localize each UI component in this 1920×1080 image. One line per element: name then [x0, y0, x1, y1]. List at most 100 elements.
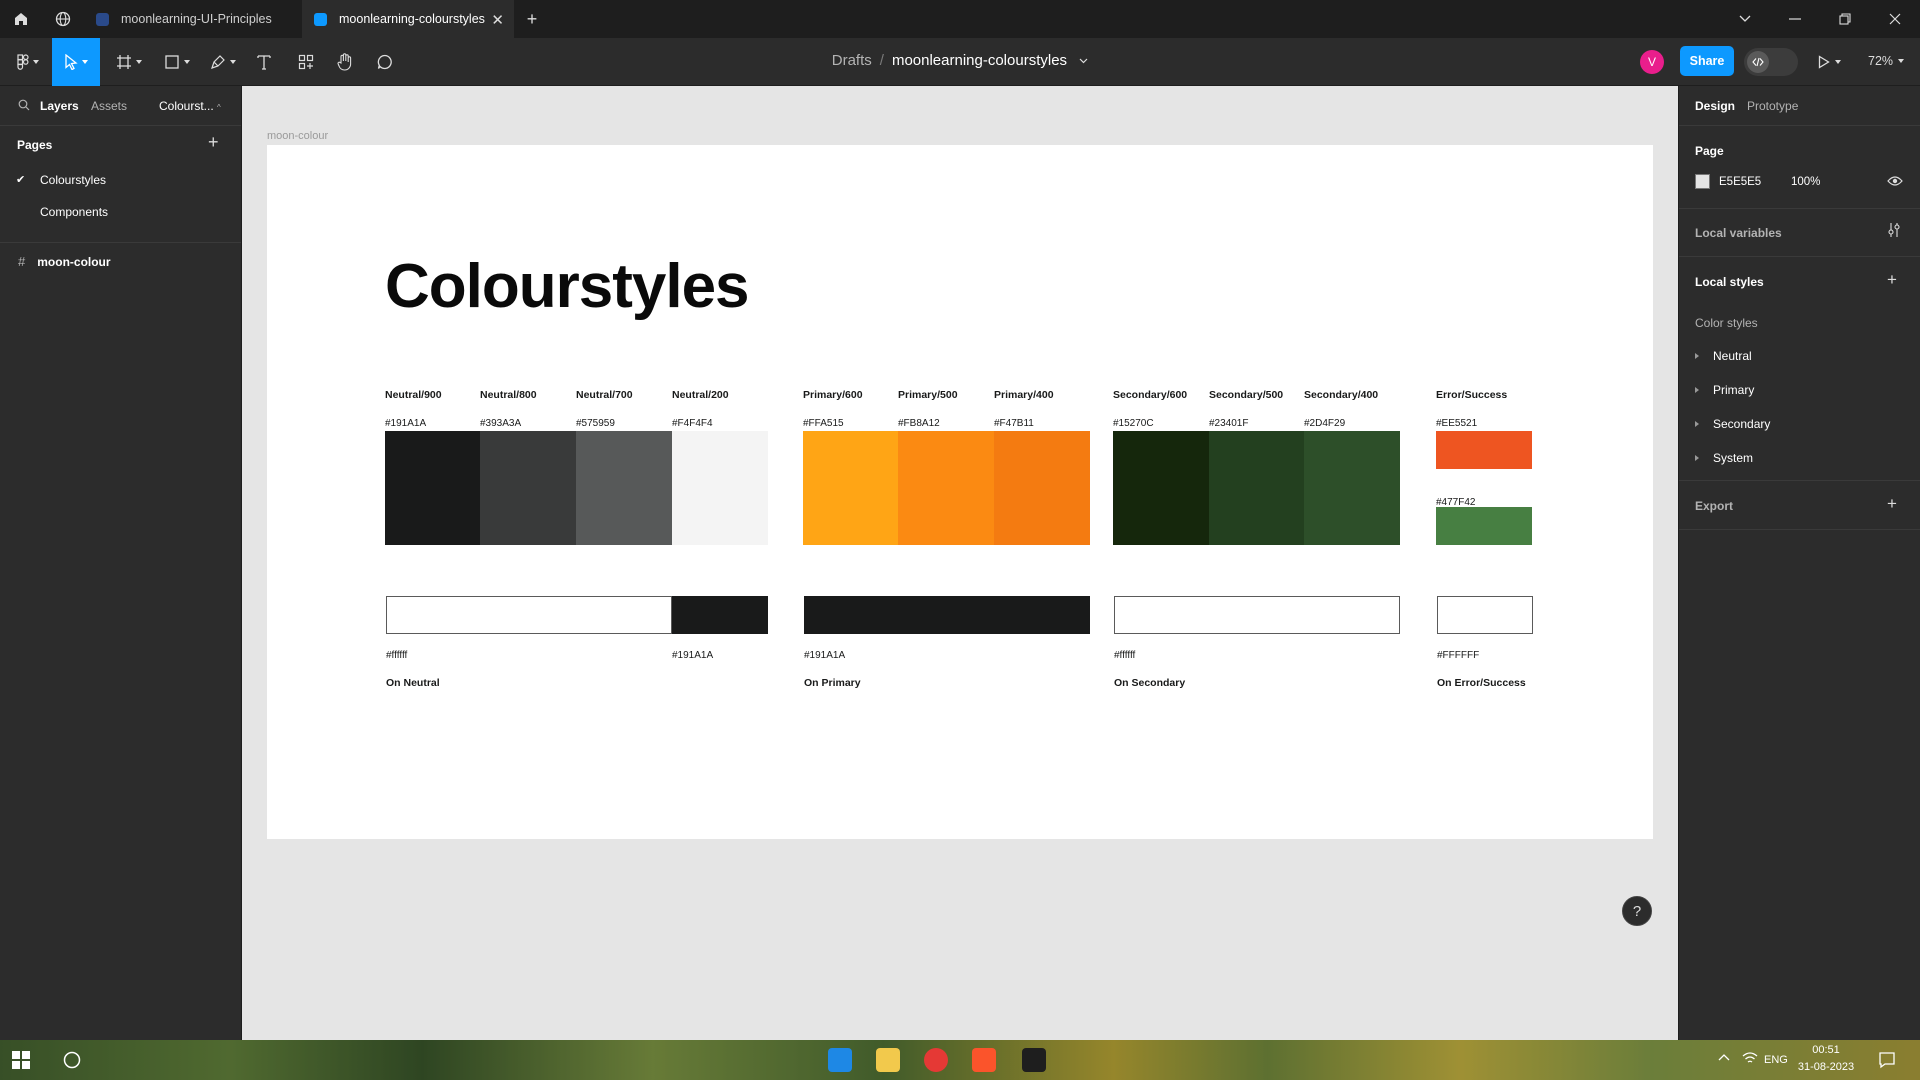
main-menu-button[interactable]	[12, 46, 44, 78]
canvas[interactable]: moon-colour Colourstyles Neutral/900 Neu…	[242, 86, 1678, 1040]
figma-file-icon	[314, 12, 327, 26]
clock-date[interactable]: 31-08-2023	[1796, 1061, 1856, 1073]
export-title: Export	[1695, 499, 1734, 513]
new-tab-icon[interactable]: +	[520, 0, 544, 38]
zoom-level: 72%	[1868, 54, 1894, 68]
color-swatch[interactable]	[672, 431, 768, 545]
language-indicator[interactable]: ENG	[1764, 1054, 1788, 1066]
on-secondary-box[interactable]	[1114, 596, 1400, 634]
divider	[1679, 208, 1920, 209]
page-switcher[interactable]: Colourst... ^	[159, 99, 221, 113]
hand-tool[interactable]	[332, 46, 358, 78]
chevron-down-icon[interactable]	[1079, 58, 1088, 64]
color-swatch[interactable]	[803, 431, 899, 545]
shape-tool[interactable]	[160, 46, 194, 78]
move-tool[interactable]	[52, 38, 100, 86]
brave-icon[interactable]	[972, 1048, 996, 1072]
windows-start-icon[interactable]	[12, 1051, 30, 1069]
style-group-secondary[interactable]: Secondary	[1695, 417, 1770, 431]
zoom-menu[interactable]: 72%	[1868, 54, 1905, 68]
search-icon[interactable]	[62, 1050, 82, 1070]
dev-mode-toggle[interactable]	[1744, 48, 1798, 76]
style-group-label: Neutral	[1713, 349, 1752, 363]
frame-moon-colour[interactable]: Colourstyles Neutral/900 Neutral/800 Neu…	[267, 145, 1653, 839]
swatch-hex: #2D4F29	[1304, 418, 1346, 429]
chevron-up-icon[interactable]	[1718, 1053, 1730, 1061]
color-swatch[interactable]	[898, 431, 994, 545]
add-style-icon[interactable]: +	[1887, 270, 1897, 290]
globe-icon[interactable]	[42, 0, 84, 38]
frame-tool[interactable]	[112, 46, 146, 78]
chrome-icon[interactable]	[924, 1048, 948, 1072]
tab-colourstyles[interactable]: moonlearning-colourstyles ✕	[302, 0, 514, 38]
style-group-system[interactable]: System	[1695, 451, 1753, 465]
eye-icon[interactable]	[1887, 175, 1903, 187]
on-neutral-dark-box[interactable]	[672, 596, 768, 634]
page-opacity-value[interactable]: 100%	[1791, 176, 1820, 188]
frame-label[interactable]: moon-colour	[267, 130, 328, 142]
tab-layers[interactable]: Layers	[40, 99, 79, 113]
resources-tool[interactable]	[292, 46, 320, 78]
tab-ui-principles[interactable]: moonlearning-UI-Principles	[86, 0, 298, 38]
wifi-icon[interactable]	[1742, 1051, 1758, 1065]
notification-icon[interactable]	[1878, 1051, 1896, 1069]
add-page-icon[interactable]: +	[208, 132, 219, 153]
color-swatch[interactable]	[1209, 431, 1305, 545]
file-name[interactable]: moonlearning-colourstyles	[892, 52, 1067, 69]
color-swatch[interactable]	[576, 431, 672, 545]
page-item-components[interactable]: Components	[40, 205, 108, 219]
tab-assets[interactable]: Assets	[91, 99, 127, 113]
variables-settings-icon[interactable]	[1887, 222, 1901, 238]
on-error-success-box[interactable]	[1437, 596, 1533, 634]
divider	[0, 242, 241, 243]
share-button[interactable]: Share	[1680, 46, 1734, 76]
tab-design[interactable]: Design	[1695, 99, 1735, 113]
style-group-neutral[interactable]: Neutral	[1695, 349, 1752, 363]
clock-time[interactable]: 00:51	[1796, 1044, 1856, 1056]
color-swatch[interactable]	[1304, 431, 1400, 545]
add-export-icon[interactable]: +	[1887, 494, 1897, 514]
swatch-name: Secondary/500	[1209, 389, 1284, 401]
search-icon[interactable]	[18, 99, 30, 111]
chevron-down-icon	[136, 60, 142, 64]
minimize-icon[interactable]	[1770, 0, 1820, 38]
local-variables-title[interactable]: Local variables	[1695, 226, 1782, 240]
on-primary-box[interactable]	[804, 596, 1090, 634]
comment-tool[interactable]	[372, 46, 398, 78]
avatar[interactable]: V	[1640, 50, 1664, 74]
style-group-primary[interactable]: Primary	[1695, 383, 1754, 397]
right-panel-tabs: Design Prototype	[1679, 86, 1920, 126]
text-icon	[257, 55, 271, 70]
page-item-colourstyles[interactable]: Colourstyles	[40, 173, 106, 187]
pen-tool[interactable]	[206, 46, 240, 78]
restore-icon[interactable]	[1820, 0, 1870, 38]
color-swatch[interactable]	[994, 431, 1090, 545]
on-neutral-white-box[interactable]	[386, 596, 672, 634]
swatch-name: Secondary/600	[1113, 389, 1188, 401]
home-icon[interactable]	[0, 0, 42, 38]
tab-prototype[interactable]: Prototype	[1747, 99, 1798, 113]
present-button[interactable]	[1818, 50, 1854, 74]
window-close-icon[interactable]	[1870, 0, 1920, 38]
page-color-swatch[interactable]	[1695, 174, 1710, 189]
color-swatch[interactable]	[385, 431, 481, 545]
success-swatch[interactable]	[1436, 507, 1532, 545]
vscode-icon[interactable]	[828, 1048, 852, 1072]
page-color-value[interactable]: E5E5E5	[1719, 176, 1761, 188]
text-tool[interactable]	[252, 46, 276, 78]
swatch-hex: #FB8A12	[898, 418, 940, 429]
figma-icon[interactable]	[1022, 1048, 1046, 1072]
layer-item[interactable]: # moon-colour	[18, 254, 111, 269]
breadcrumb-drafts[interactable]: Drafts	[832, 52, 872, 69]
error-swatch[interactable]	[1436, 431, 1532, 469]
color-swatch[interactable]	[480, 431, 576, 545]
swatch-hex: #575959	[576, 418, 615, 429]
close-icon[interactable]: ✕	[491, 11, 504, 29]
swatch-hex: #FFA515	[803, 418, 844, 429]
chevron-down-icon	[1898, 59, 1905, 63]
file-explorer-icon[interactable]	[876, 1048, 900, 1072]
swatch-hex: #191A1A	[385, 418, 427, 429]
help-button[interactable]: ?	[1622, 896, 1652, 926]
chevron-down-icon[interactable]	[1720, 0, 1770, 38]
color-swatch[interactable]	[1113, 431, 1209, 545]
